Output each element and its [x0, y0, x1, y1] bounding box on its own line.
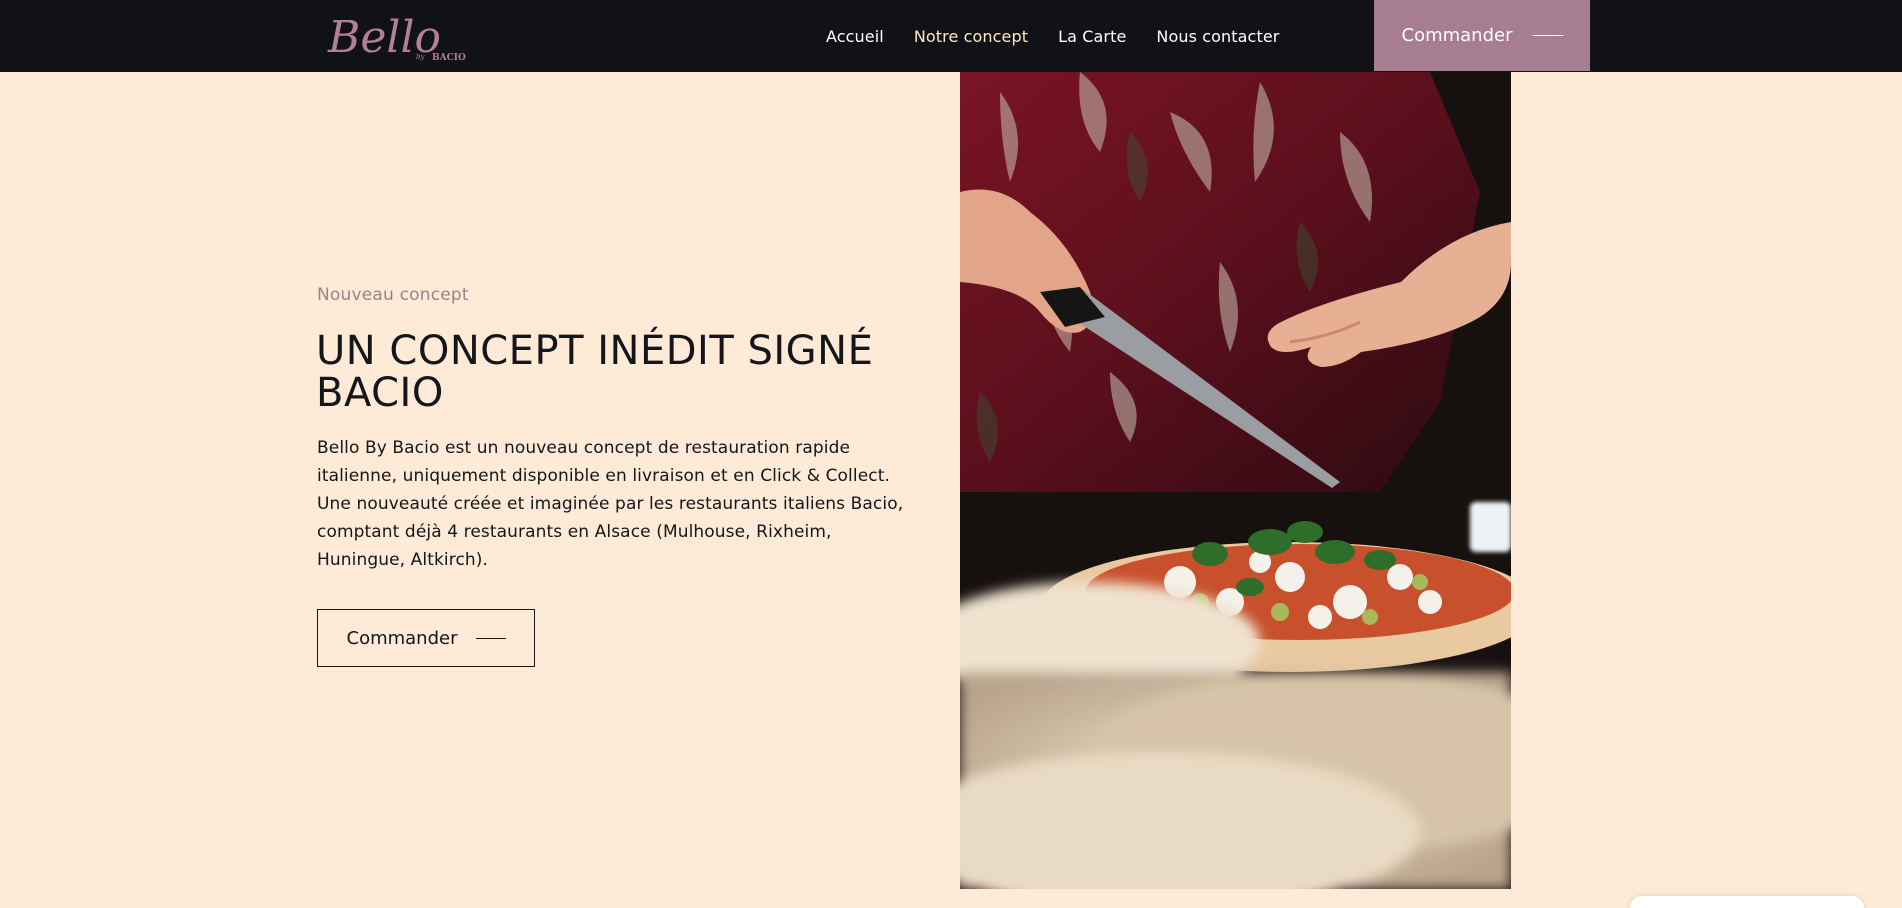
header-order-label: Commander: [1401, 25, 1513, 46]
nav-link-notre-concept[interactable]: Notre concept: [914, 27, 1028, 46]
logo-link[interactable]: Bello by BACIO: [326, 6, 482, 66]
logo: Bello by BACIO: [327, 12, 466, 63]
hero-title: UN CONCEPT INÉDIT SIGNÉ BACIO: [316, 328, 874, 416]
section-eyebrow: Nouveau concept: [317, 285, 469, 305]
hero-order-label: Commander: [346, 627, 458, 649]
nav-link-la-carte[interactable]: La Carte: [1058, 27, 1126, 46]
logo-brand: BACIO: [432, 53, 466, 63]
nav-link-accueil[interactable]: Accueil: [826, 27, 884, 46]
arrow-line-icon: [1532, 35, 1563, 36]
hero-order-button[interactable]: Commander: [317, 609, 535, 667]
logo-by: by: [416, 53, 425, 61]
hero-photo: [960, 72, 1511, 889]
chat-widget[interactable]: [1630, 896, 1864, 908]
arrow-line-icon: [475, 637, 506, 639]
nav-link-nous-contacter[interactable]: Nous contacter: [1156, 27, 1279, 46]
navbar: Bello by BACIO Accueil Notre concept La …: [0, 0, 1902, 72]
pizza-photo-illustration: [960, 72, 1511, 889]
nav-links: Accueil Notre concept La Carte Nous cont…: [826, 0, 1279, 72]
header-order-button[interactable]: Commander: [1374, 0, 1590, 71]
hero-description: Bello By Bacio est un nouveau concept de…: [317, 438, 904, 570]
